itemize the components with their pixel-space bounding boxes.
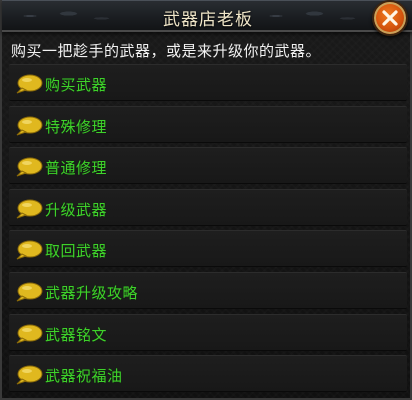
option-label: 武器升级攻略 — [45, 283, 139, 302]
option-weapon-inscription[interactable]: 武器铭文 — [9, 313, 407, 351]
npc-prompt-text: 购买一把趁手的武器，或是来升级你的武器。 — [11, 42, 322, 60]
option-upgrade-weapon[interactable]: 升级武器 — [9, 188, 407, 226]
speech-bubble-icon — [16, 282, 43, 302]
dialog-title: 武器店老板 — [163, 10, 253, 30]
option-label: 普通修理 — [45, 159, 108, 178]
speech-bubble-icon — [16, 199, 43, 219]
option-special-repair[interactable]: 特殊修理 — [9, 105, 407, 143]
option-buy-weapon[interactable]: 购买武器 — [9, 64, 407, 101]
speech-bubble-icon — [16, 365, 43, 385]
option-normal-repair[interactable]: 普通修理 — [9, 147, 407, 185]
option-label: 升级武器 — [45, 200, 108, 219]
option-upgrade-guide[interactable]: 武器升级攻略 — [9, 271, 407, 309]
close-x-icon — [382, 10, 398, 26]
option-menu: 购买武器 特殊修理 普通修理 升级武器 取回武器 武器升级攻略 武器铭文 武器祝… — [9, 64, 407, 397]
option-label: 武器铭文 — [45, 325, 108, 344]
speech-bubble-icon — [16, 240, 43, 260]
npc-dialog: 武器店老板 购买一把趁手的武器，或是来升级你的武器。 购买武器 特殊修理 普通修… — [0, 0, 412, 400]
speech-bubble-icon — [16, 74, 43, 94]
speech-bubble-icon — [16, 324, 43, 344]
option-blessing-oil[interactable]: 武器祝福油 — [9, 355, 407, 393]
option-label: 取回武器 — [45, 242, 108, 261]
option-retrieve-weapon[interactable]: 取回武器 — [9, 230, 407, 268]
title-bar: 武器店老板 — [2, 0, 412, 32]
speech-bubble-icon — [16, 157, 43, 177]
option-label: 购买武器 — [45, 76, 108, 94]
option-label: 武器祝福油 — [45, 367, 123, 386]
speech-bubble-icon — [16, 116, 43, 136]
option-label: 特殊修理 — [45, 117, 108, 136]
close-button[interactable] — [372, 0, 408, 36]
